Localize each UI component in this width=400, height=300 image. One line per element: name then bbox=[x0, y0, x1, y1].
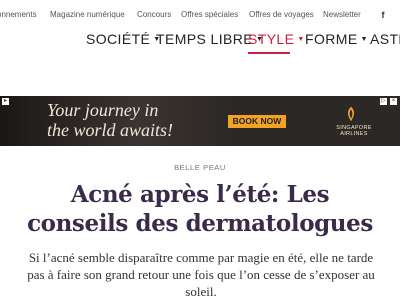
nav-label: STYLE bbox=[248, 31, 295, 47]
ad-headline: Your journey in the world awaits! bbox=[47, 100, 173, 140]
ad-info-icon[interactable]: ▸ bbox=[2, 98, 9, 105]
article-category[interactable]: BELLE PEAU bbox=[0, 163, 400, 172]
nav-item-style[interactable]: STYLE ▼ bbox=[248, 31, 305, 47]
nav-item-astro[interactable]: ASTRO bbox=[370, 31, 400, 47]
ad-brand: SINGAPORE AIRLINES bbox=[334, 125, 374, 137]
top-nav-link-magazine[interactable]: Magazine numérique bbox=[50, 10, 125, 19]
nav-label: ASTRO bbox=[370, 31, 400, 47]
top-nav-link-offres-speciales[interactable]: Offres spéciales bbox=[181, 10, 238, 19]
nav-item-forme[interactable]: FORME ▼ bbox=[305, 31, 368, 47]
nav-label: SOCIÉTÉ bbox=[86, 31, 151, 47]
ad-adchoices-icon[interactable]: ▷ bbox=[380, 98, 387, 105]
caret-down-icon: ▼ bbox=[360, 36, 368, 43]
active-nav-underline bbox=[248, 52, 290, 54]
article-lede: Si l’acné semble disparaître comme par m… bbox=[27, 250, 375, 299]
nav-label: TEMPS LIBRE bbox=[156, 31, 253, 47]
top-nav-link-newsletter[interactable]: Newsletter bbox=[323, 10, 361, 19]
ad-headline-line1: Your journey in bbox=[47, 100, 159, 120]
ad-headline-line2: the world awaits! bbox=[47, 120, 174, 140]
top-nav-link-concours[interactable]: Concours bbox=[137, 10, 171, 19]
top-bar: onnements Magazine numérique Concours Of… bbox=[0, 0, 400, 30]
top-nav-link-offres-voyages[interactable]: Offres de voyages bbox=[249, 10, 314, 19]
caret-down-icon: ▼ bbox=[297, 36, 305, 43]
ad-book-now-button[interactable]: BOOK NOW bbox=[228, 115, 286, 128]
top-nav-link-abonnements[interactable]: onnements bbox=[0, 10, 37, 19]
main-nav: SOCIÉTÉ▼ TEMPS LIBRE▼ STYLE▼ FORME▼ ASTR… bbox=[0, 31, 400, 55]
nav-item-societe[interactable]: SOCIÉTÉ ▼ bbox=[86, 31, 161, 47]
article-title: Acné après l’été: Les conseils des derma… bbox=[27, 181, 373, 237]
nav-label: FORME bbox=[305, 31, 358, 47]
ad-close-icon[interactable]: × bbox=[390, 98, 397, 105]
ad-brand-line2: AIRLINES bbox=[340, 131, 368, 137]
facebook-icon[interactable]: f bbox=[376, 8, 390, 22]
airline-logo-icon bbox=[347, 106, 355, 122]
ad-banner[interactable]: Your journey in the world awaits! BOOK N… bbox=[0, 96, 400, 146]
